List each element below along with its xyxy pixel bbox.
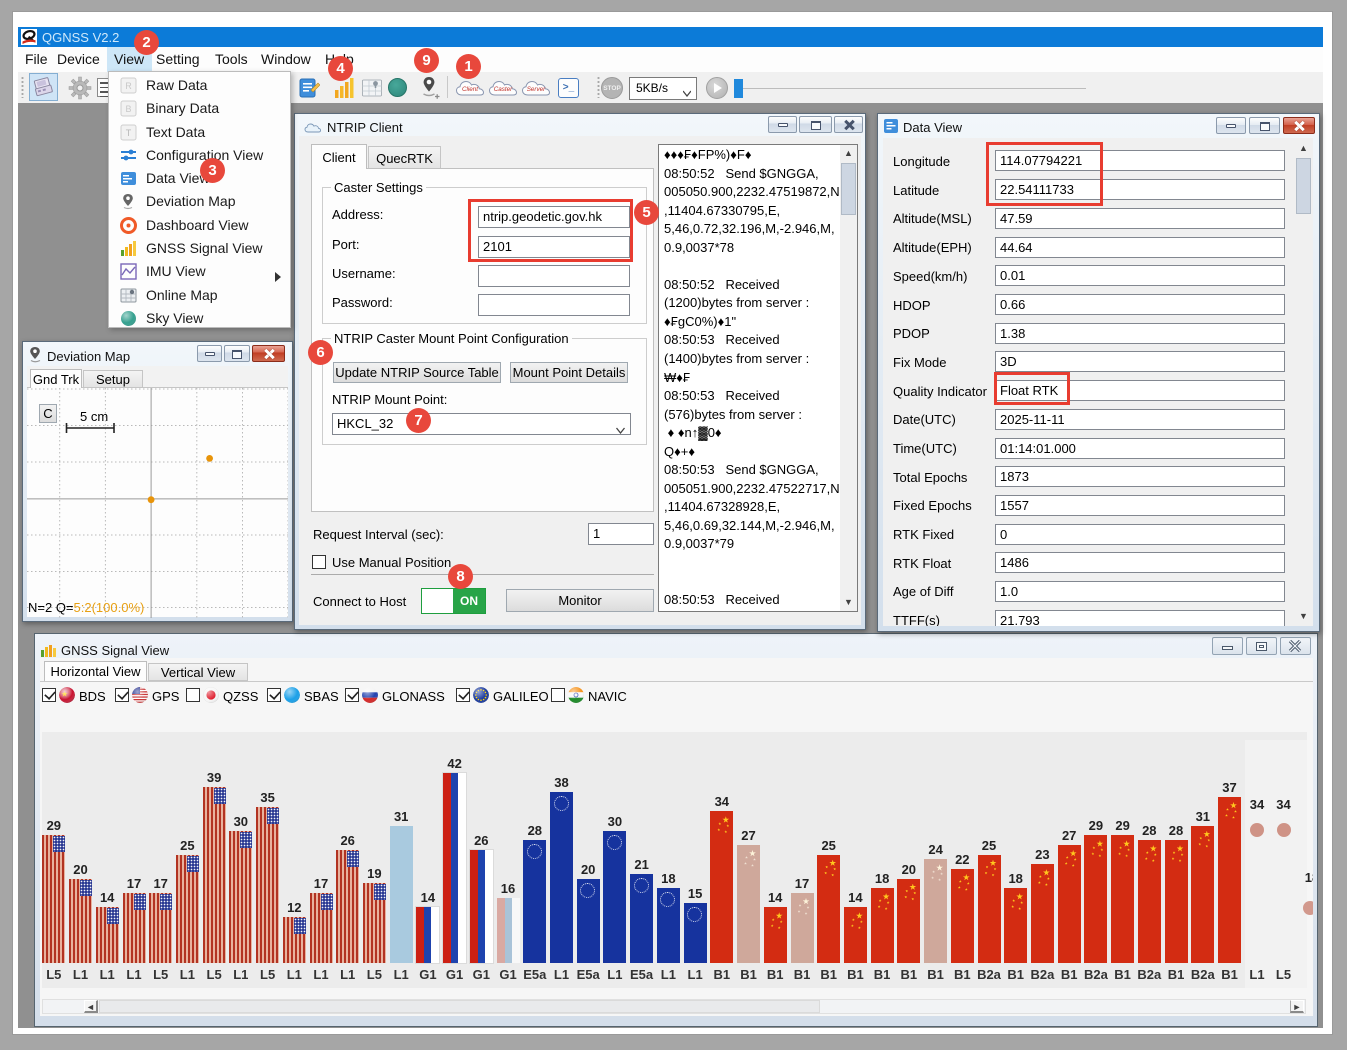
svg-text:Caster: Caster bbox=[494, 86, 513, 93]
svg-text:T: T bbox=[126, 128, 132, 138]
svg-text:5 cm: 5 cm bbox=[80, 409, 108, 424]
svg-text:B: B bbox=[125, 104, 131, 114]
svg-text:Client: Client bbox=[462, 86, 478, 93]
svg-text:R: R bbox=[125, 81, 132, 91]
svg-text:Server: Server bbox=[527, 86, 546, 93]
